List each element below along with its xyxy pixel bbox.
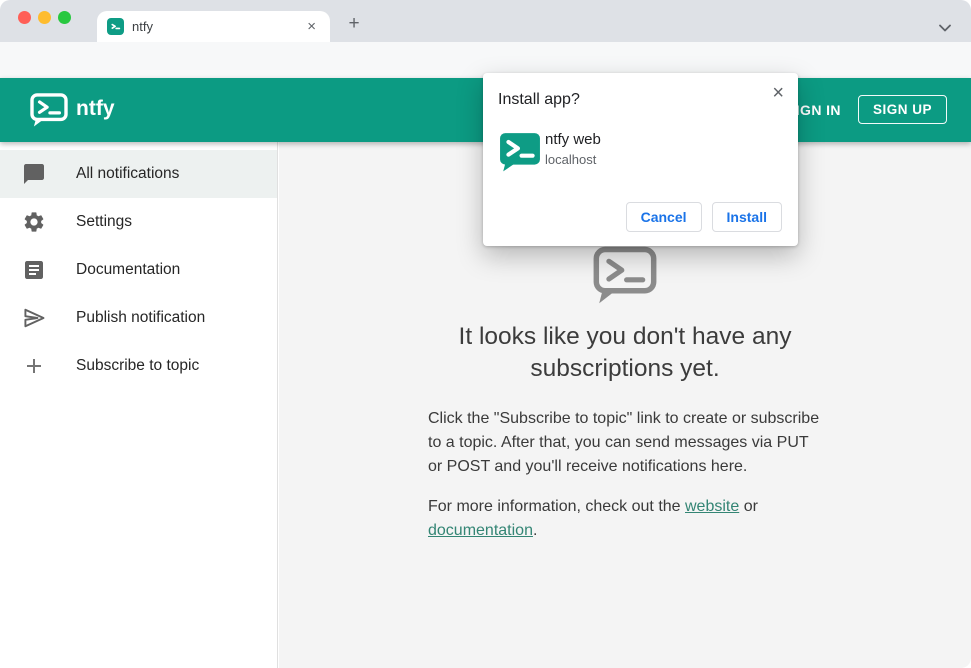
tab-search-chevron-icon[interactable]: [939, 19, 951, 37]
ntfy-app-icon: [499, 132, 541, 177]
new-tab-button[interactable]: +: [344, 13, 364, 35]
sidebar-item-label: Subscribe to topic: [76, 357, 200, 374]
empty-state-heading: It looks like you don't have any subscri…: [458, 323, 792, 382]
dialog-app-name: ntfy web: [545, 131, 601, 148]
website-link[interactable]: website: [685, 498, 739, 515]
sign-up-button[interactable]: SIGN UP: [858, 95, 947, 124]
sidebar-item-label: All notifications: [76, 165, 180, 182]
empty-state-paragraph: Click the "Subscribe to topic" link to c…: [428, 410, 820, 475]
dialog-app-origin: localhost: [545, 152, 597, 167]
ntfy-logo-icon: [30, 93, 68, 132]
tab-close-icon[interactable]: ×: [303, 17, 320, 36]
browser-tab[interactable]: ntfy ×: [97, 11, 330, 42]
ntfy-terminal-icon: [593, 246, 657, 304]
sidebar-nav: All notifications Settings Documentation…: [0, 142, 278, 668]
minimize-window-button[interactable]: [38, 11, 51, 24]
documentation-link[interactable]: documentation: [428, 522, 533, 539]
install-button[interactable]: Install: [711, 202, 782, 232]
dialog-actions: Cancel Install: [625, 202, 782, 232]
app-title: ntfy: [76, 97, 115, 120]
titlebar: ntfy × +: [0, 0, 971, 42]
sidebar-item-publish-notification[interactable]: Publish notification: [0, 294, 277, 342]
ntfy-favicon-icon: [107, 18, 124, 35]
paragraph-text: For more information, check out the: [428, 498, 685, 515]
sidebar-item-label: Settings: [76, 213, 133, 230]
sidebar-item-settings[interactable]: Settings: [0, 198, 277, 246]
paragraph-text: or: [739, 498, 758, 515]
sidebar-item-documentation[interactable]: Documentation: [0, 246, 277, 294]
send-icon: [24, 308, 45, 328]
browser-window: ntfy × + localhost: [0, 0, 971, 668]
close-window-button[interactable]: [18, 11, 31, 24]
sidebar-item-all-notifications[interactable]: All notifications: [0, 150, 277, 198]
plus-icon: [27, 359, 41, 373]
gear-icon: [24, 212, 44, 232]
chat-icon: [24, 164, 44, 184]
sidebar-item-subscribe-to-topic[interactable]: Subscribe to topic: [0, 342, 277, 390]
paragraph-text: .: [532, 522, 538, 539]
dialog-title: Install app?: [498, 91, 580, 108]
dialog-close-icon[interactable]: ×: [768, 79, 788, 107]
tab-title: ntfy: [132, 19, 153, 34]
install-app-dialog: Install app? × ntfy web localhost Cancel…: [483, 73, 798, 246]
sidebar-item-label: Documentation: [76, 261, 181, 278]
cancel-button[interactable]: Cancel: [625, 202, 702, 232]
sidebar-item-label: Publish notification: [76, 309, 206, 326]
maximize-window-button[interactable]: [58, 11, 71, 24]
article-icon: [25, 261, 43, 279]
empty-state-links-paragraph: For more information, check out the webs…: [428, 495, 822, 543]
